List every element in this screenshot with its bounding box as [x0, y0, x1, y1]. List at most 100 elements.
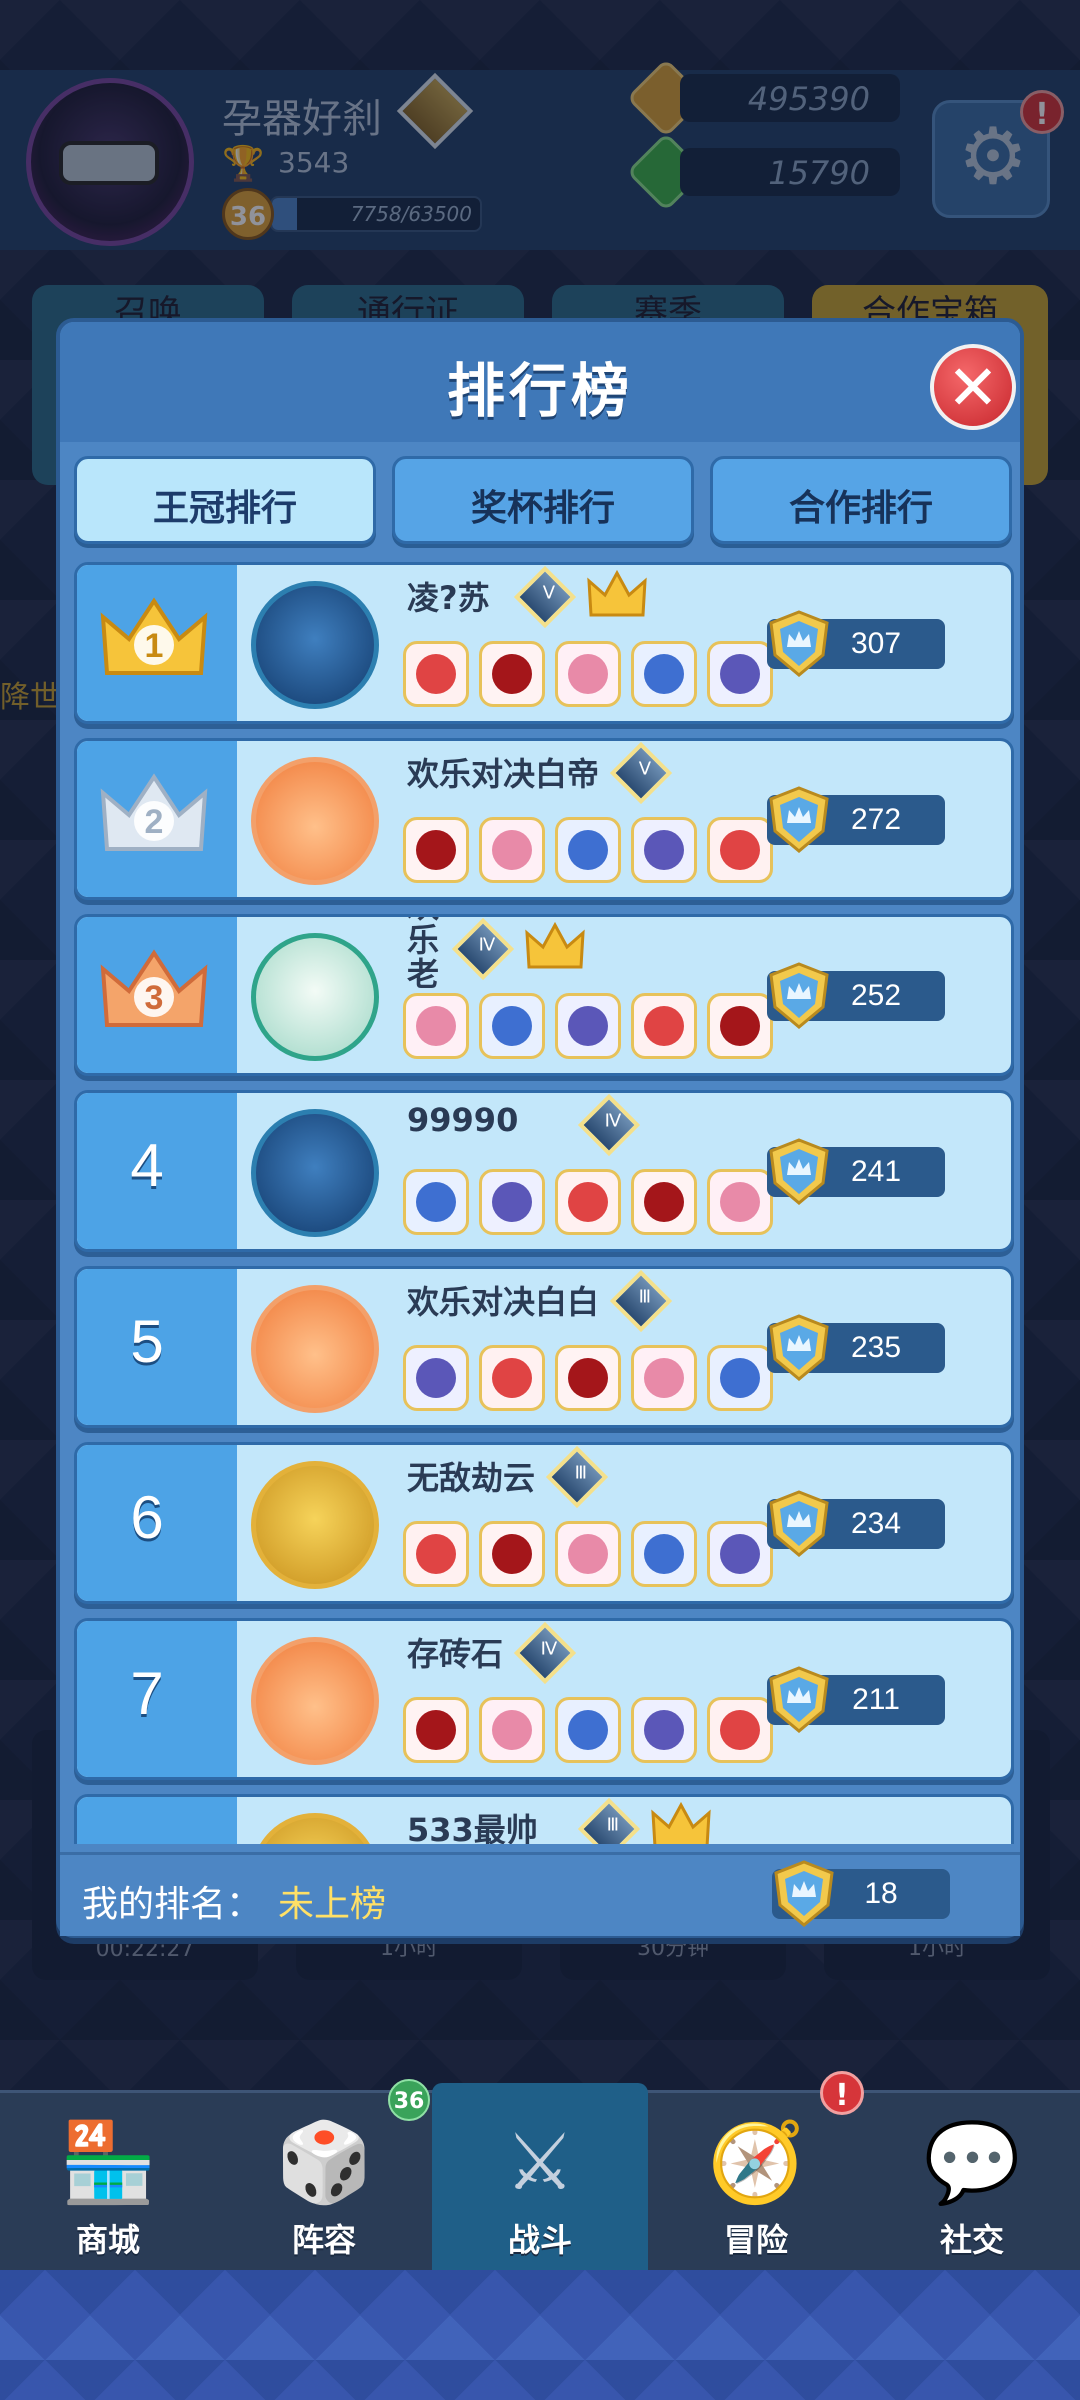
unit-card-icon[interactable] [479, 1169, 545, 1235]
tab-trophy-ranking[interactable]: 奖杯排行 [392, 456, 694, 544]
unit-card-icon[interactable] [479, 1697, 545, 1763]
crown-score-box: 241 [767, 1138, 945, 1205]
modal-title: 排行榜 [446, 357, 633, 425]
rank-cell: 5 [77, 1269, 237, 1425]
tier-badge-icon: Ⅲ [609, 1269, 673, 1333]
leaderboard-row[interactable]: 4 99990 Ⅳ 241 [74, 1090, 1014, 1252]
chat-icon: 💬 [923, 2118, 1021, 2208]
player-avatar[interactable] [251, 757, 379, 885]
unit-card-icon[interactable] [707, 1697, 773, 1763]
tier-badge-icon: Ⅲ [577, 1797, 641, 1844]
tier-badge-icon: Ⅳ [513, 1621, 577, 1685]
unit-card-icon[interactable] [707, 1345, 773, 1411]
unit-card-icon[interactable] [403, 1345, 469, 1411]
unit-card-icon[interactable] [555, 1169, 621, 1235]
deck-cards [403, 1345, 783, 1415]
crown-score-box: 307 [767, 610, 945, 677]
tier-badge-icon: Ⅳ [451, 917, 515, 981]
unit-card-icon[interactable] [555, 641, 621, 707]
unit-card-icon[interactable] [479, 817, 545, 883]
player-avatar[interactable] [251, 933, 379, 1061]
nav-adventure[interactable]: 🧭 冒险 ! [648, 2071, 864, 2273]
unit-card-icon[interactable] [631, 1697, 697, 1763]
unit-card-icon[interactable] [631, 817, 697, 883]
rank-number: 2 [145, 803, 164, 841]
nav-social[interactable]: 💬 社交 [864, 2093, 1080, 2273]
deck-cards [403, 817, 783, 887]
tier-badge-icon: Ⅳ [577, 1093, 641, 1157]
leaderboard-row[interactable]: 1 凌?苏 Ⅴ 307 [74, 562, 1014, 724]
nav-shop[interactable]: 🏪 商城 [0, 2093, 216, 2273]
unit-card-icon[interactable] [403, 817, 469, 883]
leaderboard-row[interactable]: 6 无敌劫云 Ⅲ 234 [74, 1442, 1014, 1604]
unit-card-icon[interactable] [631, 641, 697, 707]
crown-score: 235 [850, 1331, 902, 1364]
nav-lineup[interactable]: 🎲 阵容 36 [216, 2079, 432, 2273]
unit-card-icon[interactable] [403, 1697, 469, 1763]
tier-label: Ⅲ [574, 1462, 588, 1484]
rank-crown-icon: 3 [99, 947, 209, 1037]
player-name: 无敌劫云 [407, 1459, 536, 1497]
crown-score: 272 [850, 803, 902, 836]
my-score-box: 18 [772, 1860, 950, 1927]
unit-card-icon[interactable] [479, 1521, 545, 1587]
ranking-list[interactable]: 1 凌?苏 Ⅴ 307 2 欢乐对决白帝 Ⅴ 272 3 欢乐老 Ⅳ 252 4 99990 Ⅳ [74, 562, 1014, 1844]
gold-crown-icon [525, 921, 585, 973]
unit-card-icon[interactable] [707, 817, 773, 883]
deck-cards [403, 1521, 783, 1591]
my-rank-value: 未上榜 [278, 1884, 387, 1925]
unit-card-icon[interactable] [555, 1697, 621, 1763]
unit-card-icon[interactable] [403, 1521, 469, 1587]
unit-card-icon[interactable] [631, 1169, 697, 1235]
tier-label: Ⅴ [638, 758, 652, 780]
unit-card-icon[interactable] [403, 993, 469, 1059]
gold-crown-icon [651, 1801, 711, 1844]
rank-crown-icon: 1 [99, 595, 209, 685]
rank-cell: 8 [77, 1797, 237, 1844]
unit-card-icon[interactable] [707, 1169, 773, 1235]
leaderboard-row[interactable]: 3 欢乐老 Ⅳ 252 [74, 914, 1014, 1076]
modal-titlebar: 排行榜 ✕ [60, 322, 1020, 442]
player-name: 存砖石 [407, 1635, 504, 1673]
gold-crown-icon [587, 569, 647, 621]
player-avatar[interactable] [251, 1285, 379, 1413]
player-name: 欢乐对决白帝 [407, 755, 600, 793]
tier-label: Ⅳ [604, 1110, 622, 1132]
unit-card-icon[interactable] [479, 993, 545, 1059]
unit-card-icon[interactable] [403, 1169, 469, 1235]
player-avatar[interactable] [251, 581, 379, 709]
swords-icon: ⚔ [505, 2118, 575, 2208]
crown-score: 211 [852, 1683, 900, 1716]
tier-badge-icon: Ⅴ [513, 565, 577, 629]
unit-card-icon[interactable] [707, 1521, 773, 1587]
leaderboard-modal: 排行榜 ✕ 王冠排行 奖杯排行 合作排行 1 凌?苏 Ⅴ 307 2 欢乐对决白帝 Ⅴ [56, 318, 1024, 1938]
unit-card-icon[interactable] [707, 993, 773, 1059]
player-avatar[interactable] [251, 1109, 379, 1237]
unit-card-icon[interactable] [631, 1345, 697, 1411]
player-avatar[interactable] [251, 1637, 379, 1765]
unit-card-icon[interactable] [555, 817, 621, 883]
crown-score-box: 252 [767, 962, 945, 1029]
tier-label: Ⅳ [540, 1638, 558, 1660]
leaderboard-row[interactable]: 7 存砖石 Ⅳ 211 [74, 1618, 1014, 1780]
adventure-icon: 🧭 [707, 2118, 805, 2208]
player-avatar[interactable] [251, 1813, 379, 1844]
leaderboard-row[interactable]: 5 欢乐对决白白 Ⅲ 235 [74, 1266, 1014, 1428]
unit-card-icon[interactable] [631, 1521, 697, 1587]
unit-card-icon[interactable] [479, 1345, 545, 1411]
leaderboard-row[interactable]: 8 533最帅 Ⅲ [74, 1794, 1014, 1844]
unit-card-icon[interactable] [707, 641, 773, 707]
unit-card-icon[interactable] [631, 993, 697, 1059]
leaderboard-row[interactable]: 2 欢乐对决白帝 Ⅴ 272 [74, 738, 1014, 900]
unit-card-icon[interactable] [403, 641, 469, 707]
unit-card-icon[interactable] [479, 641, 545, 707]
close-button[interactable]: ✕ [930, 344, 1016, 430]
crown-score: 307 [850, 627, 902, 660]
player-avatar[interactable] [251, 1461, 379, 1589]
unit-card-icon[interactable] [555, 1345, 621, 1411]
tab-coop-ranking[interactable]: 合作排行 [710, 456, 1012, 544]
unit-card-icon[interactable] [555, 1521, 621, 1587]
tab-crown-ranking[interactable]: 王冠排行 [74, 456, 376, 544]
nav-battle[interactable]: ⚔ 战斗 [432, 2083, 648, 2273]
unit-card-icon[interactable] [555, 993, 621, 1059]
